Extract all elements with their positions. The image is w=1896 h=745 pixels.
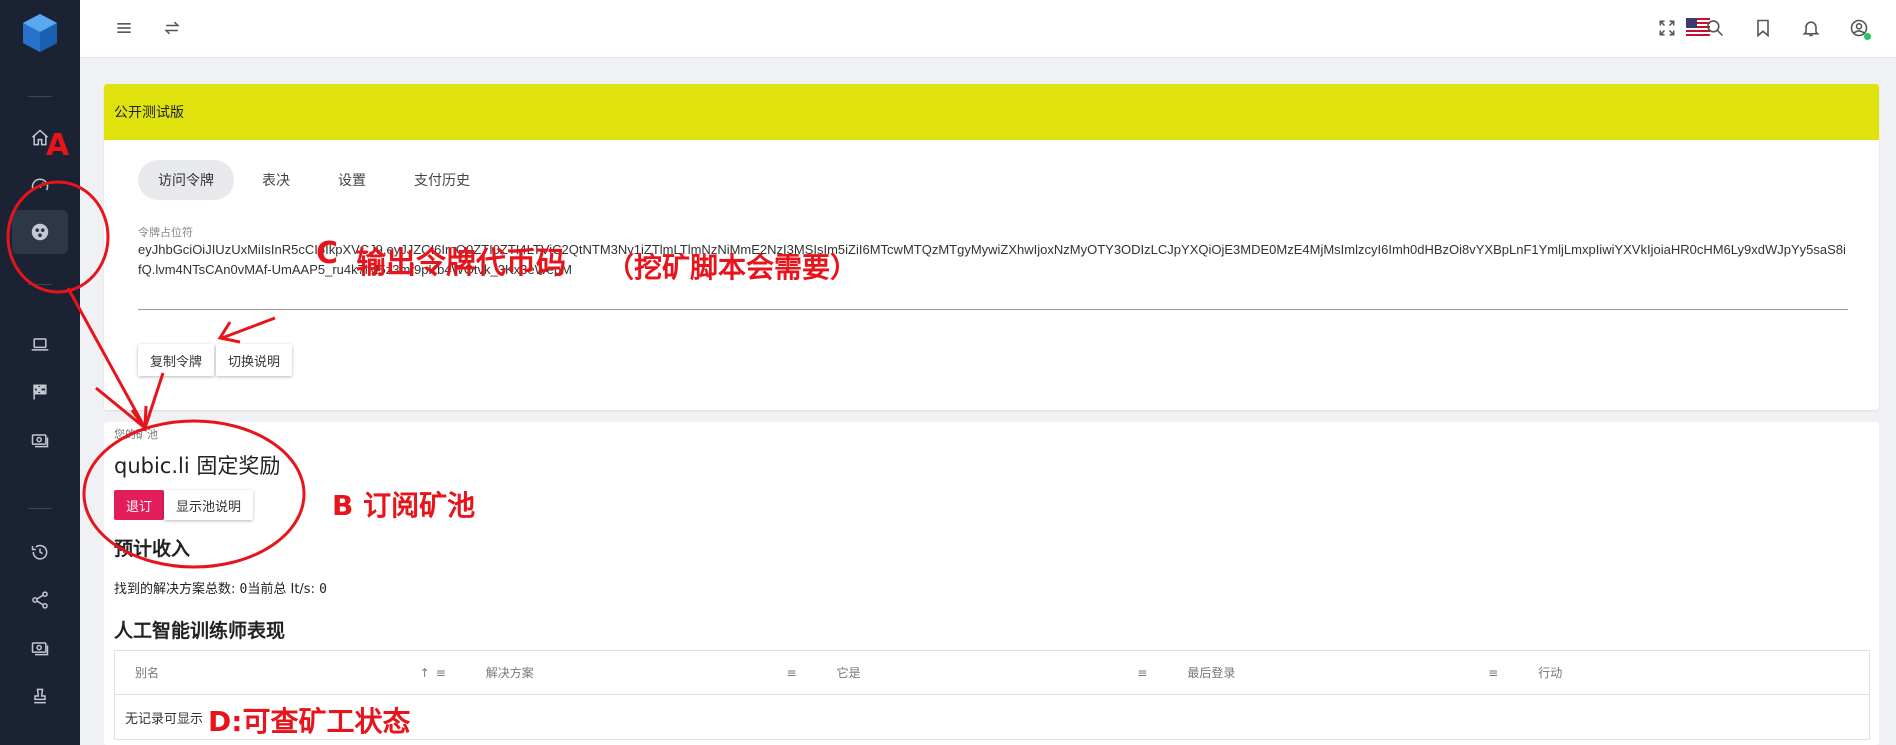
column-alias-label: 别名 (135, 666, 160, 680)
sidebar-divider (28, 96, 52, 97)
annotation-d: D:可查矿工状态 (208, 705, 411, 738)
pool-icon[interactable] (12, 210, 68, 254)
unsubscribe-button[interactable]: 退订 (114, 490, 165, 520)
token-field-label: 令牌占位符 (138, 226, 193, 239)
solutions-stats: 找到的解决方案总数: 0当前总 It/s: 0 (114, 578, 327, 597)
beta-banner: 公开测试版 (104, 84, 1879, 140)
ai-trainer-title: 人工智能训练师表现 (114, 620, 286, 642)
copy-token-button[interactable]: 复制令牌 (138, 344, 215, 376)
toggle-instructions-button[interactable]: 切换说明 (216, 344, 293, 376)
column-action: 行动 (1518, 651, 1869, 694)
bookmark-icon[interactable] (1749, 14, 1777, 42)
column-alias[interactable]: 别名 ↑ ≡ (115, 651, 466, 694)
its-value: 0 (319, 582, 327, 597)
pool-title: qubic.li 固定奖励 (114, 454, 281, 478)
show-pool-info-button[interactable]: 显示池说明 (164, 490, 254, 520)
fullscreen-icon[interactable] (1653, 14, 1681, 42)
annotation-c-text: 输出令牌代币码 (356, 246, 566, 281)
filter-icon[interactable]: ≡ (787, 666, 797, 680)
search-icon[interactable] (1701, 14, 1729, 42)
checkered-flag-icon[interactable] (24, 376, 56, 408)
filter-icon[interactable]: ≡ (1488, 666, 1498, 680)
bell-icon[interactable] (1797, 14, 1825, 42)
filter-icon[interactable]: ≡ (436, 666, 446, 680)
payment-icon[interactable] (24, 632, 56, 664)
online-status-dot (1864, 33, 1871, 40)
speedometer-icon[interactable] (24, 170, 56, 202)
swap-icon[interactable] (158, 14, 186, 42)
tab-access-token[interactable]: 访问令牌 (138, 160, 234, 200)
beta-tabs: 访问令牌 表决 设置 支付历史 (138, 160, 490, 200)
annotation-c-note: （挖矿脚本会需要） (606, 251, 859, 284)
pool-card: 您的矿池 qubic.li 固定奖励 退订 显示池说明 预计收入 找到的解决方案… (104, 422, 1879, 745)
filter-icon[interactable]: ≡ (1137, 666, 1147, 680)
menu-icon[interactable] (110, 14, 138, 42)
token-actions: 复制令牌 切换说明 (138, 344, 293, 376)
share-icon[interactable] (24, 584, 56, 616)
its-label: 当前总 It/s: (247, 582, 315, 597)
account-icon[interactable] (1845, 14, 1873, 42)
estimated-income-title: 预计收入 (114, 538, 191, 560)
sidebar-divider (28, 508, 52, 509)
column-last-login[interactable]: 最后登录 ≡ (1167, 651, 1518, 694)
laptop-icon[interactable] (24, 328, 56, 360)
history-icon[interactable] (24, 536, 56, 568)
column-solutions[interactable]: 解决方案 ≡ (466, 651, 817, 694)
pool-section-label: 您的矿池 (114, 428, 158, 441)
column-action-label: 行动 (1538, 666, 1563, 680)
annotation-b: B 订阅矿池 (332, 489, 476, 522)
column-is[interactable]: 它是 ≡ (817, 651, 1168, 694)
app-logo[interactable] (20, 12, 60, 54)
stamp-icon[interactable] (24, 680, 56, 712)
cash-icon[interactable] (24, 424, 56, 456)
pool-actions: 退订 显示池说明 (114, 490, 254, 520)
tab-voting[interactable]: 表决 (242, 160, 310, 200)
sidebar (0, 0, 80, 745)
solutions-label: 找到的解决方案总数: (114, 582, 236, 597)
tab-settings[interactable]: 设置 (318, 160, 386, 200)
column-is-label: 它是 (836, 666, 861, 680)
top-bar (80, 0, 1896, 58)
tab-payment-history[interactable]: 支付历史 (394, 160, 490, 200)
sort-ascending-icon[interactable]: ↑ (420, 666, 430, 680)
table-header: 别名 ↑ ≡ 解决方案 ≡ 它是 ≡ 最后登录 ≡ 行动 (115, 651, 1869, 695)
sidebar-divider (28, 284, 52, 285)
annotation-c-letter: C (316, 236, 339, 271)
column-last-login-label: 最后登录 (1187, 666, 1236, 680)
annotation-a: A (46, 128, 70, 163)
column-solutions-label: 解决方案 (485, 666, 534, 680)
